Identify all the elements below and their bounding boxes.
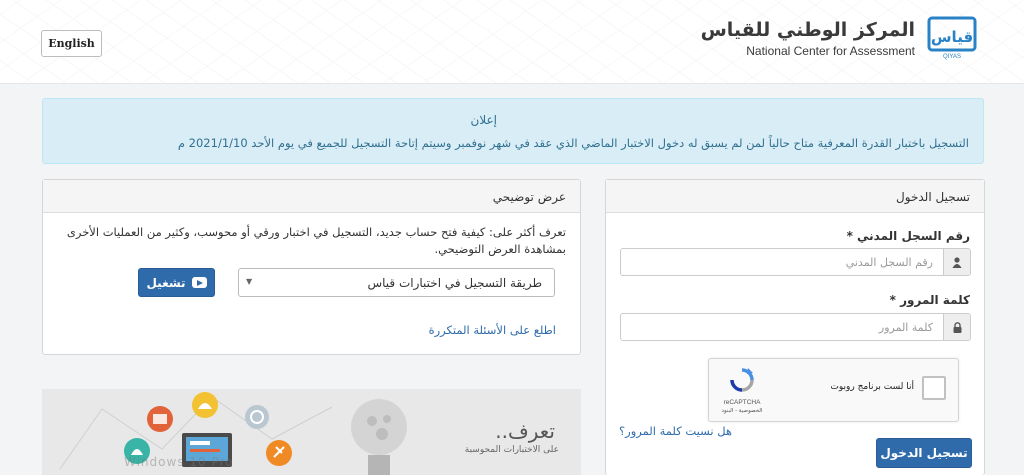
recaptcha-privacy-terms-link[interactable]: الخصوصية - البنود [717,408,767,414]
user-icon [943,249,970,275]
site-header: English المركز الوطني للقياس National Ce… [0,0,1024,84]
national-id-input-group [620,248,971,276]
qiyas-logo-icon: قياس QIYAS [927,16,979,60]
captcha-label: أنا لست برنامج روبوت [830,382,914,392]
recaptcha-brand: reCAPTCHA الخصوصية - البنود [717,367,767,414]
login-panel-title: تسجيل الدخول [606,180,984,213]
site-logo[interactable]: المركز الوطني للقياس National Center for… [701,16,979,60]
required-mark: * [889,293,896,307]
logo-mark-letters: قياس [931,28,973,46]
captcha-checkbox[interactable] [922,376,946,400]
banner-title: تعرف.. [495,419,555,443]
login-panel: تسجيل الدخول رقم السجل المدني * كلمة الم… [605,179,985,475]
demo-select-value: طريقة التسجيل في اختبارات قياس [367,276,542,290]
required-mark: * [846,229,853,243]
national-id-input[interactable] [621,249,943,275]
password-input[interactable] [621,314,943,340]
password-label: كلمة المرور * [890,293,970,307]
recaptcha-name: reCAPTCHA [723,399,761,406]
language-toggle-button[interactable]: English [41,30,102,57]
banner-subtitle: على الاختبارات المحوسبة [464,445,559,455]
logo-text: المركز الوطني للقياس National Center for… [701,18,915,58]
national-id-label-text: رقم السجل المدني [857,229,970,243]
lock-icon [943,314,970,340]
computerized-tests-banner[interactable]: تعرف.. على الاختبارات المحوسبة Windows 1… [42,389,581,475]
demo-description: تعرف أكثر على: كيفية فتح حساب جديد، التس… [66,225,566,256]
forgot-password-link[interactable]: هل نسيت كلمة المرور؟ [619,424,732,438]
announcement-box: إعلان التسجيل باختبار القدرة المعرفية مت… [42,98,984,164]
faq-link[interactable]: اطلع على الأسئلة المتكررة [429,323,556,337]
national-id-label: رقم السجل المدني * [847,229,970,243]
logo-arabic-name: المركز الوطني للقياس [700,19,915,41]
demo-video-select[interactable]: طريقة التسجيل في اختبارات قياس ▼ [238,268,555,297]
logo-caption: QIYAS [943,54,961,60]
windows-watermark: Windows 10 Pro [124,455,234,469]
play-button-label: تشغيل [146,275,186,290]
demo-panel-title: عرض توضيحي [43,180,580,213]
play-button[interactable]: تشغيل [138,268,215,297]
announcement-text: التسجيل باختبار القدرة المعرفية متاح حال… [177,136,969,150]
caret-down-icon: ▼ [246,277,253,286]
login-submit-button[interactable]: تسجيل الدخول [876,438,972,468]
recaptcha-widget: أنا لست برنامج روبوت reCAPTCHA الخصوصية … [708,358,959,422]
demo-panel: عرض توضيحي تعرف أكثر على: كيفية فتح حساب… [42,179,581,355]
password-input-group [620,313,971,341]
password-label-text: كلمة المرور [900,293,970,307]
recaptcha-icon [730,368,754,392]
youtube-icon [191,277,207,288]
announcement-title: إعلان [470,113,497,127]
logo-english-name: National Center for Assessment [746,44,915,58]
